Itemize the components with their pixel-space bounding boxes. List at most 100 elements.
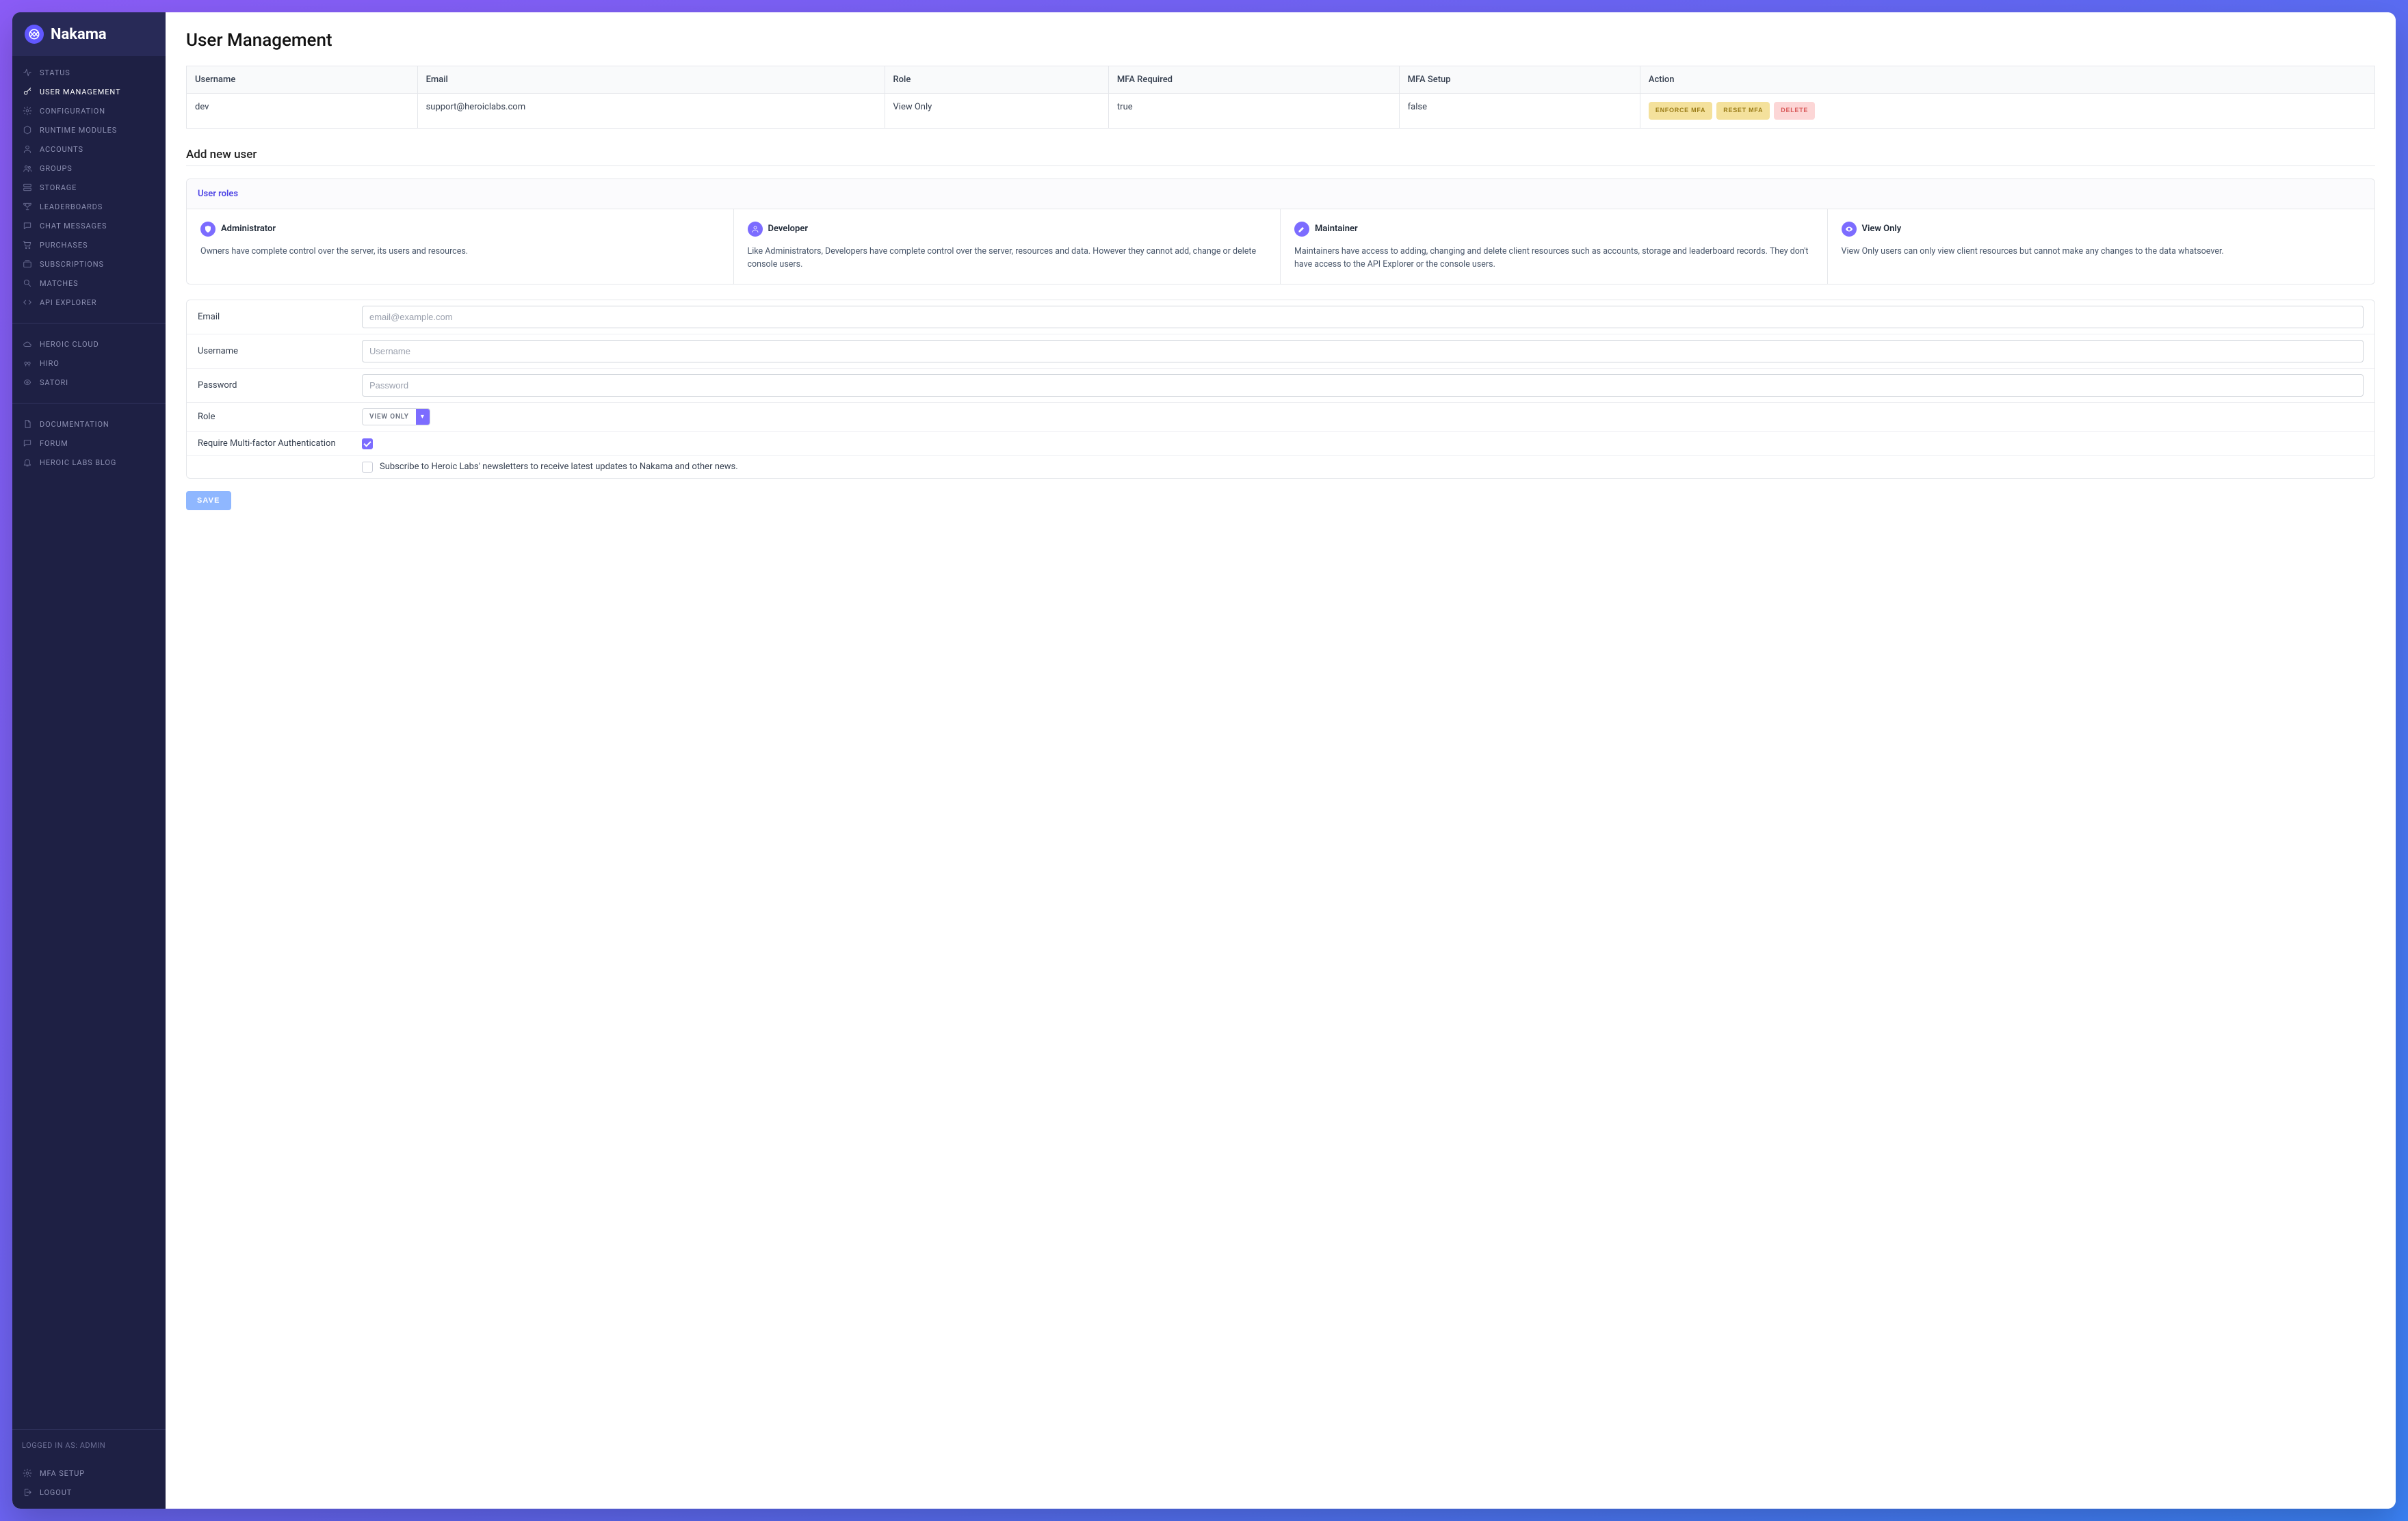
cell-actions: ENFORCE MFARESET MFADELETE — [1640, 94, 2374, 129]
cart-icon — [22, 240, 33, 250]
require-mfa-checkbox[interactable] — [362, 438, 373, 449]
main-content: User Management Username Email Role MFA … — [166, 12, 2396, 1509]
col-role: Role — [885, 66, 1108, 94]
chat-icon — [22, 221, 33, 230]
page-title: User Management — [186, 30, 2375, 51]
sidebar-item-logout[interactable]: LOGOUT — [12, 1483, 166, 1502]
cell-email: support@heroiclabs.com — [417, 94, 885, 129]
sidebar-item-purchases[interactable]: PURCHASES — [12, 235, 166, 254]
add-user-heading: Add new user — [186, 148, 2375, 166]
role-label: Role — [198, 412, 362, 422]
enforce-mfa-button[interactable]: ENFORCE MFA — [1649, 102, 1712, 120]
sidebar-item-label: HIRO — [40, 359, 60, 368]
pencil-icon — [1294, 222, 1309, 237]
sidebar-item-satori[interactable]: SATORI — [12, 373, 166, 392]
sidebar-divider — [12, 1429, 166, 1430]
username-field[interactable] — [362, 340, 2364, 362]
sidebar-item-chat-messages[interactable]: CHAT MESSAGES — [12, 216, 166, 235]
cell-username: dev — [187, 94, 418, 129]
col-mfa-required: MFA Required — [1108, 66, 1399, 94]
bell-icon — [22, 458, 33, 467]
sidebar-item-api-explorer[interactable]: API EXPLORER — [12, 293, 166, 312]
satori-icon — [22, 378, 33, 387]
col-mfa-setup: MFA Setup — [1399, 66, 1640, 94]
sidebar-item-label: FORUM — [40, 439, 68, 448]
sidebar-item-label: API EXPLORER — [40, 298, 96, 307]
matches-icon — [22, 278, 33, 288]
sidebar-item-label: RUNTIME MODULES — [40, 126, 117, 135]
sidebar-item-mfa-setup[interactable]: MFA SETUP — [12, 1464, 166, 1483]
sidebar-item-groups[interactable]: GROUPS — [12, 159, 166, 178]
brand-logo-icon — [25, 25, 44, 44]
sidebar-divider — [12, 403, 166, 404]
user-icon — [748, 222, 763, 237]
sidebar-item-status[interactable]: STATUS — [12, 63, 166, 82]
role-card-developer: DeveloperLike Administrators, Developers… — [734, 209, 1281, 284]
form-row-password: Password — [187, 369, 2374, 403]
form-row-require-mfa: Require Multi-factor Authentication — [187, 432, 2374, 456]
sidebar-item-subscriptions[interactable]: SUBSCRIPTIONS — [12, 254, 166, 274]
sidebar-item-configuration[interactable]: CONFIGURATION — [12, 101, 166, 120]
sidebar-main-nav: STATUSUSER MANAGEMENT CONFIGURATION RUNTIM… — [12, 56, 166, 319]
role-card-administrator: Administrator Owners have complete contro… — [187, 209, 734, 284]
sidebar-footer-nav: MFA SETUP LOGOUT — [12, 1457, 166, 1509]
sidebar-item-heroic-cloud[interactable]: HEROIC CLOUD — [12, 334, 166, 354]
sidebar-item-label: ACCOUNTS — [40, 145, 83, 154]
sidebar-item-label: HEROIC LABS BLOG — [40, 458, 116, 467]
trophy-icon — [22, 202, 33, 211]
users-icon — [22, 163, 33, 173]
sidebar-item-forum[interactable]: FORUM — [12, 434, 166, 453]
sidebar-item-matches[interactable]: MATCHES — [12, 274, 166, 293]
role-description: Owners have complete control over the se… — [200, 245, 720, 258]
user-icon — [22, 144, 33, 154]
subscribe-text: Subscribe to Heroic Labs' newsletters to… — [380, 462, 738, 472]
username-label: Username — [198, 346, 362, 356]
key-icon — [22, 87, 33, 96]
doc-icon — [22, 419, 33, 429]
role-name: Administrator — [221, 224, 276, 234]
sidebar-item-storage[interactable]: STORAGE — [12, 178, 166, 197]
form-row-email: Email — [187, 300, 2374, 334]
sidebar-item-hiro[interactable]: HIRO — [12, 354, 166, 373]
sidebar-item-leaderboards[interactable]: LEADERBOARDS — [12, 197, 166, 216]
hexagon-icon — [22, 125, 33, 135]
cell-mfa-setup: false — [1399, 94, 1640, 129]
sidebar-item-label: SUBSCRIPTIONS — [40, 260, 104, 269]
cell-role: View Only — [885, 94, 1108, 129]
user-roles-grid: Administrator Owners have complete contro… — [187, 209, 2374, 284]
role-description: Like Administrators, Developers have com… — [748, 245, 1267, 272]
delete-user-button[interactable]: DELETE — [1774, 102, 1815, 120]
role-card-maintainer: MaintainerMaintainers have access to add… — [1281, 209, 1828, 284]
form-row-subscribe: Subscribe to Heroic Labs' newsletters to… — [187, 456, 2374, 478]
sidebar-item-runtime-modules[interactable]: RUNTIME MODULES — [12, 120, 166, 140]
sidebar-item-blog[interactable]: HEROIC LABS BLOG — [12, 453, 166, 472]
email-field[interactable] — [362, 306, 2364, 328]
sidebar-item-user-management[interactable]: USER MANAGEMENT — [12, 82, 166, 101]
email-label: Email — [198, 312, 362, 322]
app-shell: Nakama STATUSUSER MANAGEMENTCONFIGURATIO… — [12, 12, 2396, 1509]
sidebar-item-label: CONFIGURATION — [40, 107, 105, 116]
password-label: Password — [198, 380, 362, 391]
sidebar-item-accounts[interactable]: ACCOUNTS — [12, 140, 166, 159]
reset-mfa-button[interactable]: RESET MFA — [1716, 102, 1770, 120]
role-description: View Only users can only view client res… — [1842, 245, 2361, 258]
sidebar-item-documentation[interactable]: DOCUMENTATION — [12, 414, 166, 434]
sidebar-item-label: GROUPS — [40, 164, 73, 173]
subscribe-checkbox[interactable] — [362, 462, 373, 473]
sidebar: Nakama STATUSUSER MANAGEMENTCONFIGURATIO… — [12, 12, 166, 1509]
eye-icon — [1842, 222, 1857, 237]
user-roles-header: User roles — [187, 179, 2374, 209]
storage-icon — [22, 183, 33, 192]
sidebar-item-label: SATORI — [40, 378, 68, 387]
chevron-down-icon[interactable]: ▾ — [416, 409, 430, 425]
sidebar-item-label: MATCHES — [40, 279, 79, 288]
save-button[interactable]: SAVE — [186, 491, 231, 510]
role-select[interactable]: VIEW ONLY ▾ — [362, 408, 430, 425]
sidebar-item-label: DOCUMENTATION — [40, 420, 109, 429]
sidebar-item-label: LOGOUT — [40, 1488, 72, 1497]
sidebar-item-label: PURCHASES — [40, 241, 88, 250]
col-action: Action — [1640, 66, 2374, 94]
sidebar-item-label: CHAT MESSAGES — [40, 222, 107, 230]
role-description: Maintainers have access to adding, chang… — [1294, 245, 1814, 272]
password-field[interactable] — [362, 374, 2364, 397]
